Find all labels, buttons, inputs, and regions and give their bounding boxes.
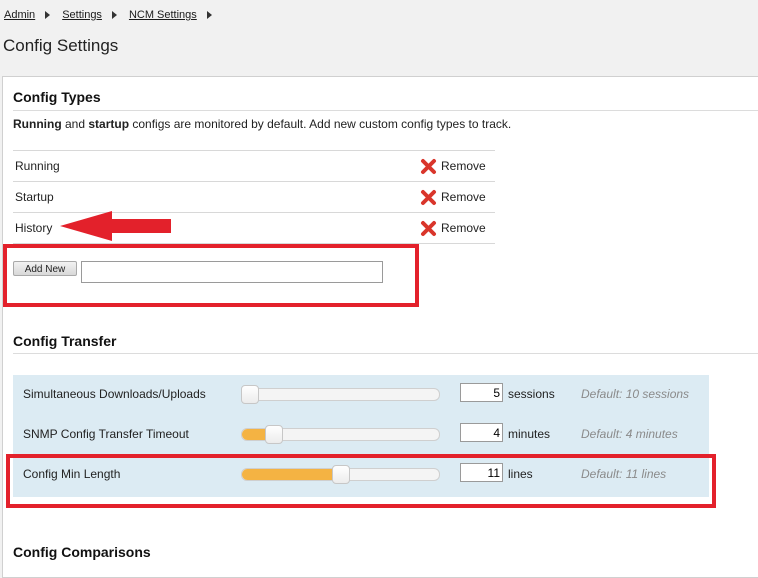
remove-label: Remove — [441, 190, 486, 204]
transfer-unit: sessions — [508, 387, 555, 401]
breadcrumb: Admin Settings NCM Settings — [4, 9, 224, 21]
remove-label: Remove — [441, 159, 486, 173]
transfer-row-simultaneous: Simultaneous Downloads/Uploads sessions … — [13, 375, 709, 415]
remove-x-icon — [421, 158, 436, 174]
simultaneous-slider[interactable] — [241, 385, 440, 404]
transfer-row-timeout: SNMP Config Transfer Timeout minutes Def… — [13, 415, 709, 455]
remove-x-icon — [421, 220, 436, 236]
breadcrumb-settings-link[interactable]: Settings — [62, 9, 102, 21]
remove-x-icon — [421, 189, 436, 205]
desc-startup: startup — [88, 117, 130, 131]
page-title: Config Settings — [3, 36, 119, 55]
simultaneous-sessions-input[interactable] — [460, 383, 503, 402]
timeout-slider[interactable] — [241, 425, 440, 444]
desc-and: and — [61, 117, 89, 131]
highlight-box-add-new — [3, 244, 419, 307]
remove-running-button[interactable]: Remove — [420, 158, 486, 175]
remove-startup-button[interactable]: Remove — [420, 189, 486, 206]
breadcrumb-ncm-settings-link[interactable]: NCM Settings — [129, 9, 197, 21]
breadcrumb-separator-icon — [206, 11, 212, 19]
red-arrow-icon — [60, 211, 171, 241]
highlight-box-min-length — [6, 454, 716, 508]
transfer-default: Default: 10 sessions — [581, 387, 690, 401]
config-types-description: Running and startup configs are monitore… — [13, 117, 511, 131]
section-divider — [13, 353, 758, 354]
remove-history-button[interactable]: Remove — [420, 220, 486, 237]
slider-handle[interactable] — [241, 385, 259, 404]
slider-handle[interactable] — [265, 425, 283, 444]
config-types-title: Config Types — [13, 89, 101, 105]
config-type-name: Running — [15, 159, 60, 173]
transfer-label: SNMP Config Transfer Timeout — [23, 427, 189, 441]
config-type-row-running: Running Remove — [13, 150, 495, 181]
breadcrumb-admin-link[interactable]: Admin — [4, 9, 35, 21]
breadcrumb-separator-icon — [111, 11, 117, 19]
section-divider — [13, 110, 758, 111]
transfer-unit: minutes — [508, 427, 551, 441]
transfer-default: Default: 4 minutes — [581, 427, 678, 441]
desc-running: Running — [13, 117, 62, 131]
config-type-row-startup: Startup Remove — [13, 181, 495, 212]
desc-rest: configs are monitored by default. Add ne… — [129, 117, 512, 131]
remove-label: Remove — [441, 221, 486, 235]
config-transfer-title: Config Transfer — [13, 333, 117, 349]
config-type-name: Startup — [15, 190, 54, 204]
transfer-label: Simultaneous Downloads/Uploads — [23, 387, 206, 401]
config-type-name: History — [15, 221, 53, 235]
timeout-minutes-input[interactable] — [460, 423, 503, 442]
breadcrumb-separator-icon — [45, 11, 51, 19]
